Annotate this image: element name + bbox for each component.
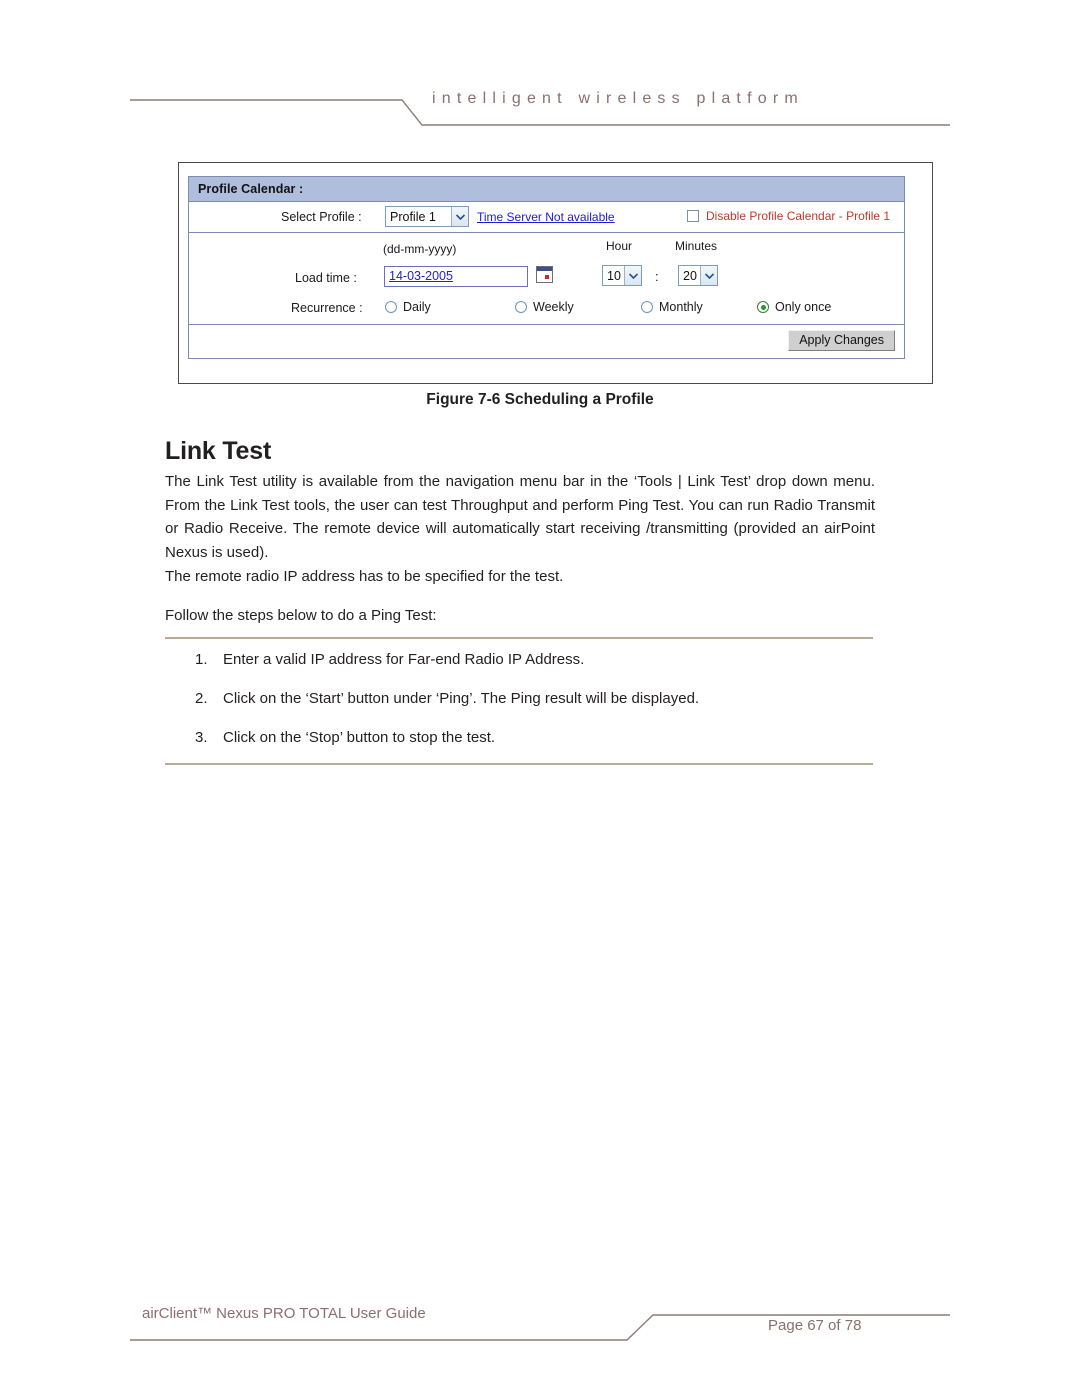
- chevron-down-icon[interactable]: [624, 266, 641, 285]
- radio-icon[interactable]: [385, 301, 397, 313]
- load-time-label: Load time :: [295, 271, 357, 285]
- ping-test-steps: 1. Enter a valid IP address for Far-end …: [165, 648, 875, 765]
- step-text: Enter a valid IP address for Far-end Rad…: [223, 651, 585, 668]
- disable-profile-calendar-label: Disable Profile Calendar - Profile 1: [706, 209, 891, 223]
- list-item: 3. Click on the ‘Stop’ button to stop th…: [165, 726, 875, 749]
- recurrence-option-daily[interactable]: Daily: [385, 300, 431, 314]
- radio-icon-selected[interactable]: [757, 301, 769, 313]
- paragraph-steps-lead: Follow the steps below to do a Ping Test…: [165, 607, 437, 624]
- panel-title: Profile Calendar :: [198, 182, 304, 196]
- load-time-date-input[interactable]: 14-03-2005: [384, 266, 528, 287]
- hour-label: Hour: [606, 239, 633, 253]
- figure-caption: Figure 7-6 Scheduling a Profile: [426, 391, 654, 408]
- page-footer: [0, 1290, 1080, 1360]
- hour-value: 10: [607, 268, 621, 283]
- steps-divider-top: [165, 637, 873, 639]
- profile-calendar-panel: Profile Calendar : Select Profile : Prof…: [188, 176, 905, 359]
- step-number: 3.: [195, 729, 208, 746]
- step-text: Click on the ‘Stop’ button to stop the t…: [223, 729, 496, 746]
- recurrence-option-label: Monthly: [659, 300, 703, 314]
- list-item: 1. Enter a valid IP address for Far-end …: [165, 648, 875, 671]
- chevron-down-icon[interactable]: [700, 266, 717, 285]
- footer-document-title: airClient™ Nexus PRO TOTAL User Guide: [142, 1305, 426, 1322]
- minutes-dropdown[interactable]: 20: [678, 265, 718, 286]
- time-server-link[interactable]: Time Server Not available: [477, 210, 615, 224]
- calendar-icon[interactable]: [536, 266, 553, 283]
- hour-dropdown[interactable]: 10: [602, 265, 642, 286]
- recurrence-label: Recurrence :: [291, 301, 363, 315]
- figure-screenshot-frame: Profile Calendar : Select Profile : Prof…: [178, 162, 933, 384]
- header-tagline: intelligent wireless platform: [432, 90, 804, 107]
- page-header: intelligent wireless platform: [0, 0, 1080, 140]
- recurrence-option-monthly[interactable]: Monthly: [641, 300, 703, 314]
- radio-icon[interactable]: [515, 301, 527, 313]
- schedule-fields-row: (dd-mm-yyyy) Hour Minutes Load time : 14…: [189, 233, 904, 325]
- apply-changes-button[interactable]: Apply Changes: [788, 330, 895, 351]
- step-number: 2.: [195, 690, 208, 707]
- step-number: 1.: [195, 651, 208, 668]
- select-profile-dropdown[interactable]: Profile 1: [385, 206, 469, 227]
- minutes-label: Minutes: [675, 239, 718, 253]
- recurrence-option-weekly[interactable]: Weekly: [515, 300, 574, 314]
- disable-profile-calendar-checkbox[interactable]: [687, 210, 699, 222]
- select-profile-label: Select Profile :: [281, 210, 362, 224]
- select-profile-row: Select Profile : Profile 1 Time Server N…: [189, 202, 904, 233]
- panel-titlebar: Profile Calendar :: [189, 177, 904, 202]
- footer-page-number: Page 67 of 78: [768, 1317, 862, 1334]
- paragraph-intro: The Link Test utility is available from …: [165, 473, 875, 561]
- minutes-value: 20: [683, 268, 697, 283]
- panel-actions-row: Apply Changes: [189, 325, 904, 357]
- recurrence-option-label: Daily: [403, 300, 431, 314]
- date-format-hint: (dd-mm-yyyy): [383, 242, 457, 256]
- select-profile-value: Profile 1: [390, 209, 436, 224]
- recurrence-option-only-once[interactable]: Only once: [757, 300, 831, 314]
- recurrence-option-label: Weekly: [533, 300, 574, 314]
- time-separator: :: [655, 269, 659, 284]
- paragraph-remote-ip: The remote radio IP address has to be sp…: [165, 568, 564, 585]
- step-text: Click on the ‘Start’ button under ‘Ping’…: [223, 690, 700, 707]
- radio-icon[interactable]: [641, 301, 653, 313]
- disable-profile-calendar-control[interactable]: Disable Profile Calendar - Profile 1: [687, 209, 890, 223]
- steps-divider-bottom: [165, 763, 873, 765]
- page-title: Link Test: [165, 436, 272, 465]
- chevron-down-icon[interactable]: [451, 207, 468, 226]
- list-item: 2. Click on the ‘Start’ button under ‘Pi…: [165, 687, 875, 710]
- recurrence-option-label: Only once: [775, 300, 832, 314]
